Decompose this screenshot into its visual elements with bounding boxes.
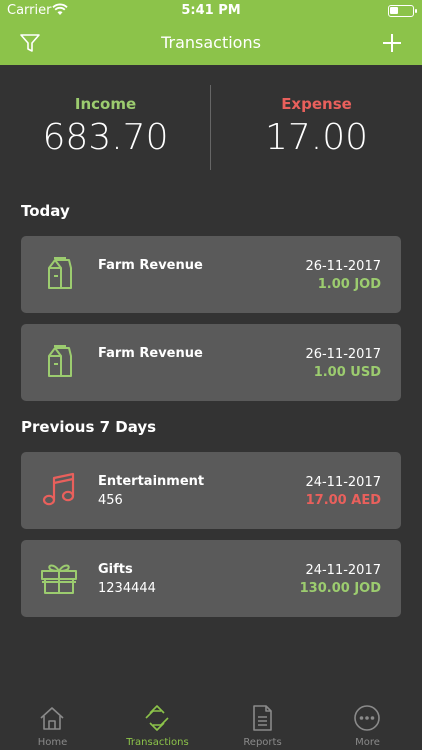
transaction-amount: 130.00 JOD — [299, 581, 381, 596]
tab-bar: Home Transactions Reports More — [0, 700, 422, 750]
income-summary: Income 683.70 — [0, 65, 211, 158]
tab-label: Home — [37, 737, 68, 748]
tab-home[interactable]: Home — [0, 700, 105, 750]
expense-summary: Expense 17.00 — [211, 65, 422, 158]
milk-carton-icon — [48, 257, 72, 289]
tab-transactions[interactable]: Transactions — [105, 700, 210, 750]
music-note-icon — [42, 472, 75, 506]
transaction-name: Entertainment — [98, 474, 205, 489]
more-icon — [354, 705, 380, 731]
tab-label: Reports — [243, 737, 282, 748]
tab-more[interactable]: More — [315, 700, 420, 750]
nav-bar: Transactions — [0, 22, 422, 65]
transaction-note: 456 — [98, 493, 123, 508]
income-label: Income — [74, 95, 137, 113]
expense-label: Expense — [281, 95, 352, 113]
expense-value: 17.00 — [264, 117, 369, 158]
clock: 5:41 PM — [181, 3, 241, 18]
page-title: Transactions — [161, 33, 261, 52]
transactions-icon — [145, 705, 169, 731]
transaction-date: 24-11-2017 — [305, 563, 381, 578]
reports-icon — [253, 705, 272, 731]
transaction-amount: 17.00 AED — [305, 493, 381, 508]
tab-label: More — [355, 737, 380, 748]
section-title-today: Today — [21, 202, 70, 220]
transaction-amount: 1.00 JOD — [317, 277, 381, 292]
plus-icon[interactable] — [380, 31, 404, 55]
status-bar: Carrier 5:41 PM — [0, 0, 422, 22]
gift-icon — [41, 564, 77, 594]
milk-carton-icon — [48, 345, 72, 377]
transaction-name: Farm Revenue — [98, 258, 203, 273]
transaction-date: 26-11-2017 — [305, 347, 381, 362]
section-title-previous-7-days: Previous 7 Days — [21, 418, 157, 436]
battery-icon — [388, 5, 417, 17]
transaction-amount: 1.00 USD — [313, 365, 381, 380]
transaction-card[interactable]: Farm Revenue 26-11-2017 1.00 JOD — [21, 236, 401, 313]
home-icon — [40, 707, 64, 730]
transaction-name: Farm Revenue — [98, 346, 203, 361]
transaction-date: 26-11-2017 — [305, 259, 381, 274]
transaction-date: 24-11-2017 — [305, 475, 381, 490]
summary-panel: Income 683.70 Expense 17.00 — [0, 65, 422, 185]
transaction-card[interactable]: Gifts 1234444 24-11-2017 130.00 JOD — [21, 540, 401, 617]
tab-reports[interactable]: Reports — [210, 700, 315, 750]
transaction-name: Gifts — [98, 562, 133, 577]
transaction-note: 1234444 — [98, 581, 156, 596]
tab-label: Transactions — [126, 737, 189, 748]
transaction-card[interactable]: Farm Revenue 26-11-2017 1.00 USD — [21, 324, 401, 401]
income-value: 683.70 — [42, 117, 169, 158]
transaction-card[interactable]: Entertainment 456 24-11-2017 17.00 AED — [21, 452, 401, 529]
